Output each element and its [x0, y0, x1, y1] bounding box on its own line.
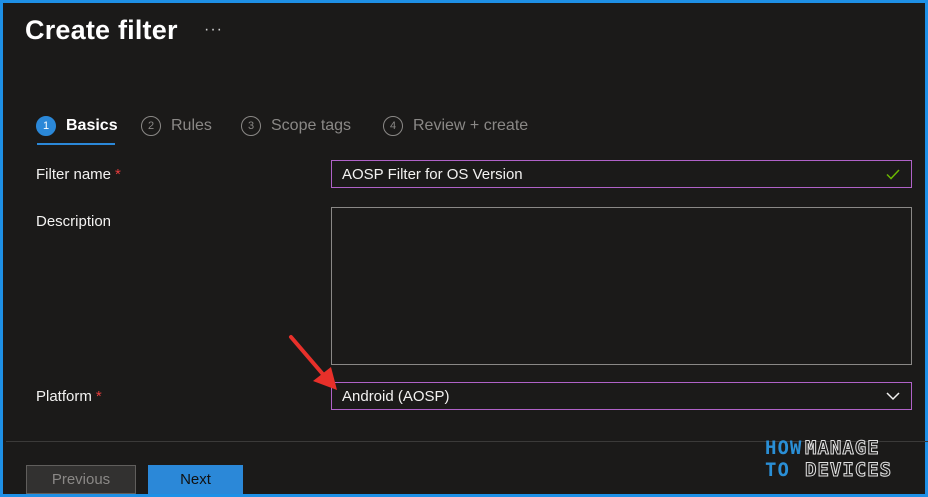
active-step-indicator	[37, 143, 115, 145]
check-icon	[886, 169, 900, 180]
next-button[interactable]: Next	[148, 465, 243, 494]
description-textarea[interactable]	[331, 207, 912, 365]
watermark-devices: DEVICES	[804, 459, 893, 482]
filter-name-label: Filter name *	[36, 166, 121, 183]
watermark-logo: HOW TO MANAGE DEVICES	[765, 434, 909, 482]
previous-button[interactable]: Previous	[26, 465, 136, 494]
app-frame: Create filter ··· 1 Basics 2 Rules 3 Sco…	[0, 0, 928, 497]
more-options-button[interactable]: ···	[204, 21, 223, 39]
annotation-arrow-icon	[289, 335, 337, 390]
step-number-2: 2	[141, 116, 161, 136]
step-label-basics: Basics	[66, 117, 118, 134]
filter-name-value: AOSP Filter for OS Version	[342, 165, 523, 183]
watermark-to: TO	[765, 459, 790, 481]
filter-name-label-text: Filter name	[36, 166, 112, 183]
tab-basics[interactable]: 1 Basics	[36, 114, 118, 138]
platform-selected-value: Android (AOSP)	[342, 387, 450, 405]
tab-review-create[interactable]: 4 Review + create	[383, 114, 528, 138]
step-number-3: 3	[241, 116, 261, 136]
watermark-how: HOW	[765, 437, 803, 459]
platform-dropdown[interactable]: Android (AOSP)	[331, 382, 912, 410]
step-number-4: 4	[383, 116, 403, 136]
step-label-review-create: Review + create	[413, 117, 529, 134]
step-label-rules: Rules	[171, 117, 212, 134]
filter-name-input[interactable]: AOSP Filter for OS Version	[331, 160, 912, 188]
required-mark: *	[95, 388, 102, 405]
tab-rules[interactable]: 2 Rules	[141, 114, 212, 138]
step-number-1: 1	[36, 116, 56, 136]
platform-label-text: Platform	[36, 388, 92, 405]
required-mark: *	[115, 166, 121, 183]
chevron-down-icon	[886, 392, 900, 401]
page-title: Create filter	[25, 15, 178, 45]
watermark-manage: MANAGE	[805, 437, 880, 460]
step-label-scope-tags: Scope tags	[271, 117, 352, 134]
tab-scope-tags[interactable]: 3 Scope tags	[241, 114, 351, 138]
platform-label: Platform *	[36, 388, 102, 405]
description-label: Description	[36, 213, 112, 230]
